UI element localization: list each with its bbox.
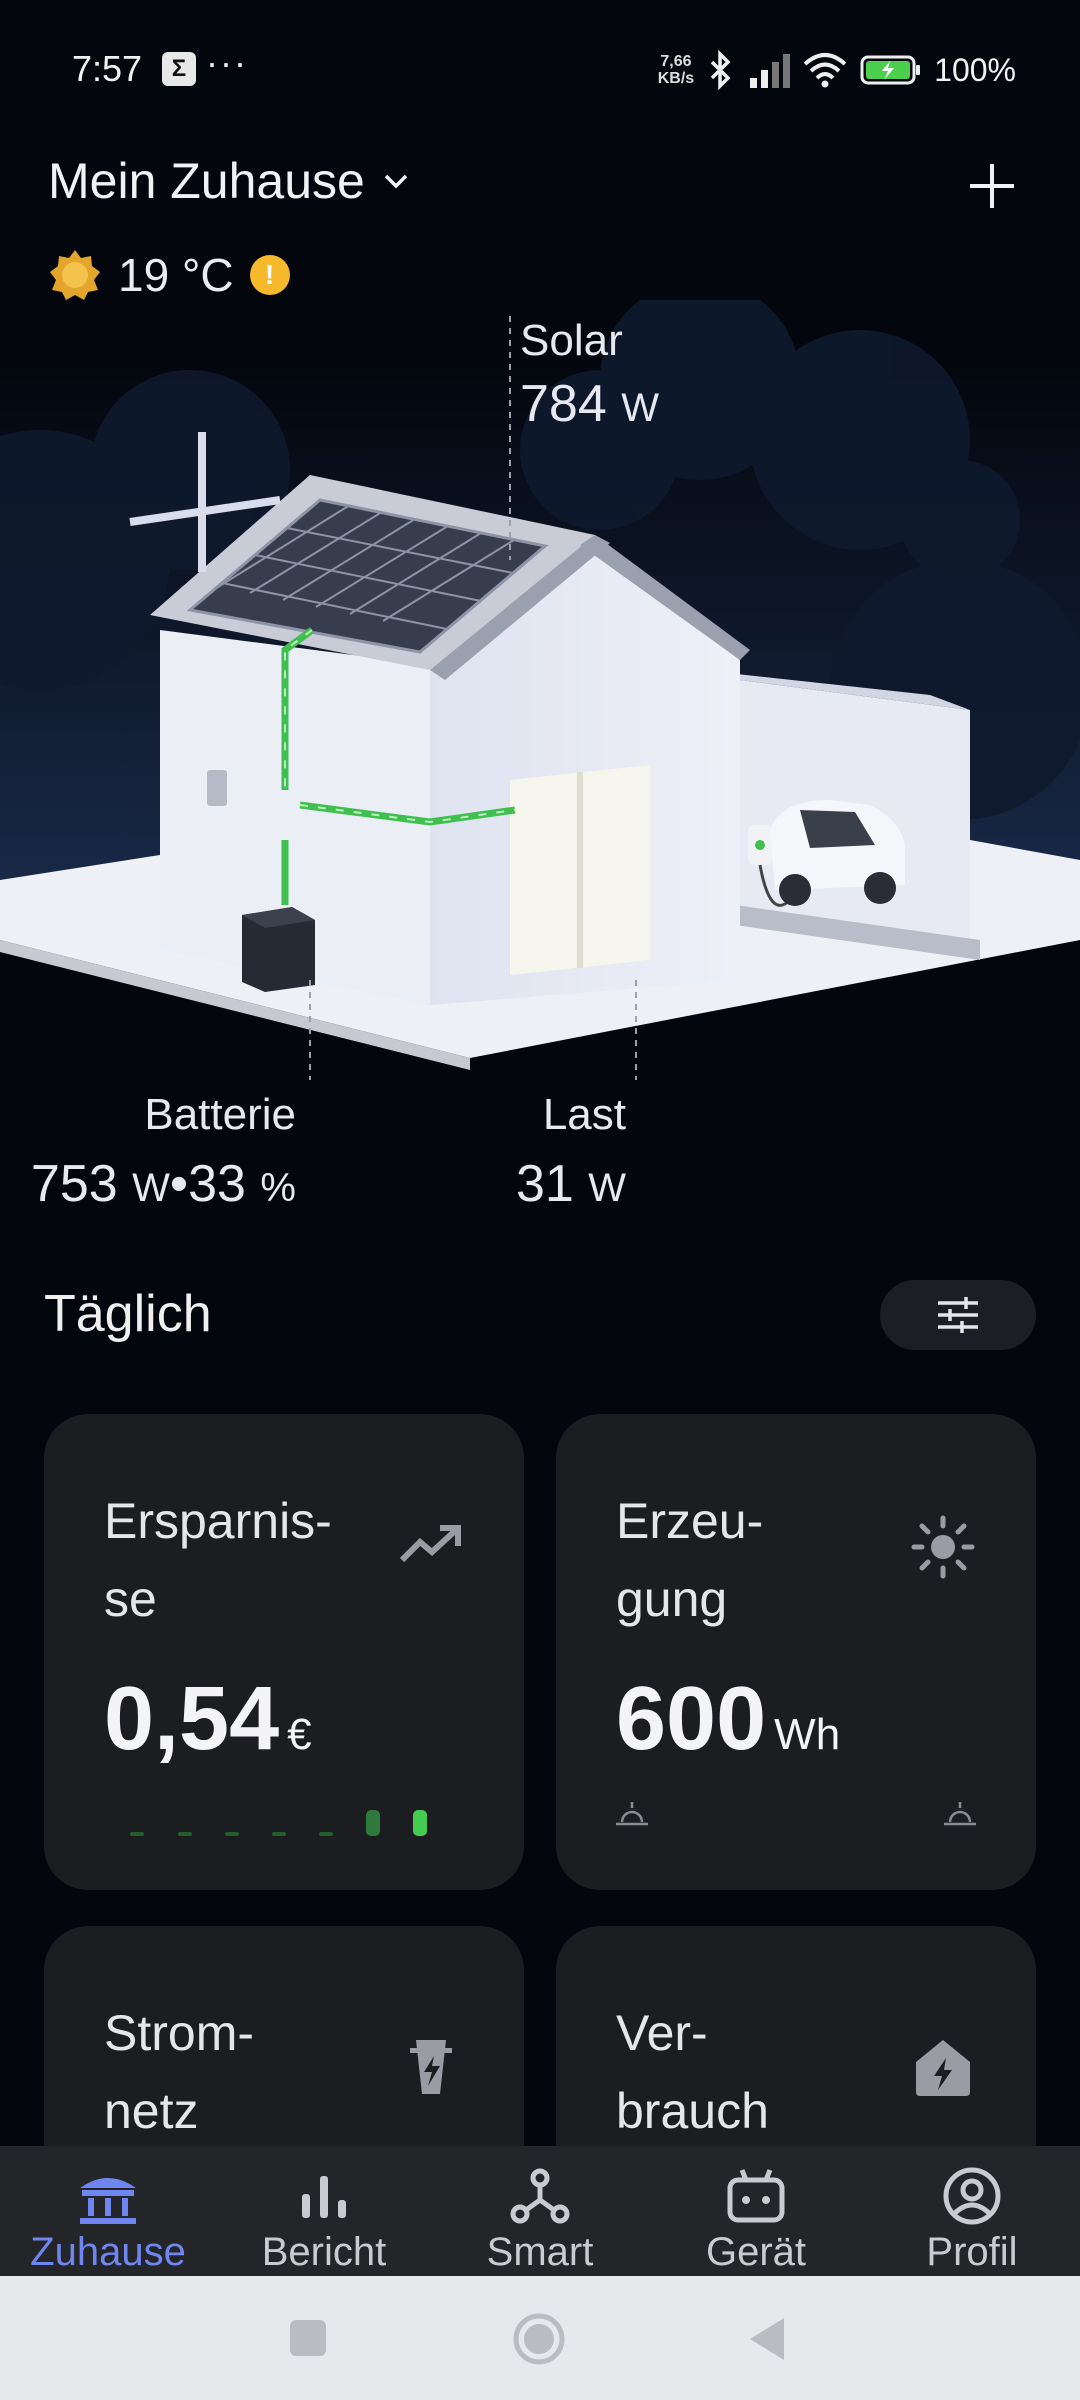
section-title: Täglich <box>44 1285 212 1343</box>
page-title: Mein Zuhause <box>48 153 365 209</box>
battery-soc-value: 33 <box>188 1155 246 1213</box>
back-button[interactable] <box>748 2316 788 2362</box>
home-battery <box>242 907 315 992</box>
sunrise-icon <box>616 1802 648 1826</box>
nav-home[interactable]: Zuhause <box>0 2146 216 2276</box>
recent-apps-button[interactable] <box>288 2318 328 2358</box>
trend-up-icon <box>399 1525 461 1563</box>
battery-label: Batterie <box>144 1090 296 1139</box>
power-tower-icon <box>410 2040 452 2094</box>
solar-label: Solar <box>520 316 623 365</box>
nav-report[interactable]: Bericht <box>216 2146 432 2276</box>
add-button[interactable] <box>964 158 1020 214</box>
nav-profile[interactable]: Profil <box>864 2146 1080 2276</box>
nav-label: Zuhause <box>30 2230 186 2274</box>
temperature: 19 °C <box>118 249 234 301</box>
nav-label: Smart <box>486 2230 594 2274</box>
signal-icon <box>750 54 791 88</box>
generation-value: 600 Wh <box>616 1669 841 1769</box>
home-selector[interactable]: Mein Zuhause <box>48 152 411 210</box>
profile-icon <box>943 2167 1001 2225</box>
solar-unit: W <box>621 386 659 430</box>
warning-icon[interactable]: ! <box>249 255 290 295</box>
home-icon <box>80 2178 136 2224</box>
house-bolt-icon <box>916 2040 970 2096</box>
load-unit: W <box>588 1166 626 1210</box>
nav-label: Profil <box>926 2230 1018 2274</box>
card-title: Erzeu-gung <box>616 1493 764 1627</box>
sun-icon <box>50 250 100 300</box>
status-bar: 7:57 Σ ··· 7,66 KB/s 100% <box>0 0 1080 140</box>
card-title: Ersparnis-se <box>104 1493 332 1627</box>
bottom-nav: Zuhause Bericht Smart Gerät Profil <box>0 2146 1080 2276</box>
card-title: Ver-brauch <box>616 2005 769 2139</box>
generation-card[interactable]: Erzeu-gung 600 Wh <box>556 1414 1036 1890</box>
weather-info: 19 °C ! <box>48 248 290 302</box>
wifi-icon <box>803 53 847 88</box>
solar-flow[interactable]: Solar 784 W <box>520 316 659 434</box>
savings-sparkbars <box>130 1810 427 1836</box>
sunset-icon <box>944 1802 976 1826</box>
network-speed: 7,66 KB/s <box>657 53 695 87</box>
nav-label: Bericht <box>261 2230 387 2274</box>
chevron-down-icon <box>384 174 408 189</box>
bar-chart-icon <box>302 2176 346 2218</box>
filter-button[interactable] <box>880 1280 1036 1350</box>
savings-value: 0,54 € <box>104 1669 312 1769</box>
sliders-icon <box>938 1297 978 1333</box>
savings-card[interactable]: Ersparnis-se 0,54 € <box>44 1414 524 1890</box>
home-button[interactable] <box>512 2312 566 2366</box>
nav-smart[interactable]: Smart <box>432 2146 648 2276</box>
battery-power-value: 753 <box>30 1155 118 1213</box>
smart-nodes-icon <box>510 2168 570 2224</box>
battery-percentage: 100% <box>934 51 1016 88</box>
load-flow[interactable]: Last 31 W <box>516 1090 626 1214</box>
wallbox <box>207 770 227 806</box>
status-indicators: 7,66 KB/s 100% <box>658 46 1016 94</box>
solar-value: 784 <box>520 375 607 433</box>
nav-label: Gerät <box>705 2230 807 2274</box>
sigma-notification-icon: Σ <box>162 52 196 86</box>
battery-icon <box>860 55 921 85</box>
load-value: 31 <box>515 1155 574 1213</box>
battery-flow[interactable]: Batterie 753 W•33 % <box>31 1090 296 1214</box>
status-time: 7:57 <box>72 48 143 89</box>
load-label: Last <box>542 1090 626 1139</box>
nav-device[interactable]: Gerät <box>648 2146 864 2276</box>
system-nav-bar <box>0 2276 1080 2400</box>
bluetooth-icon <box>710 50 731 90</box>
device-icon <box>727 2169 785 2223</box>
sun-icon <box>911 1515 975 1579</box>
more-notifications-icon: ··· <box>206 42 248 83</box>
card-title: Strom-netz <box>104 2005 254 2139</box>
